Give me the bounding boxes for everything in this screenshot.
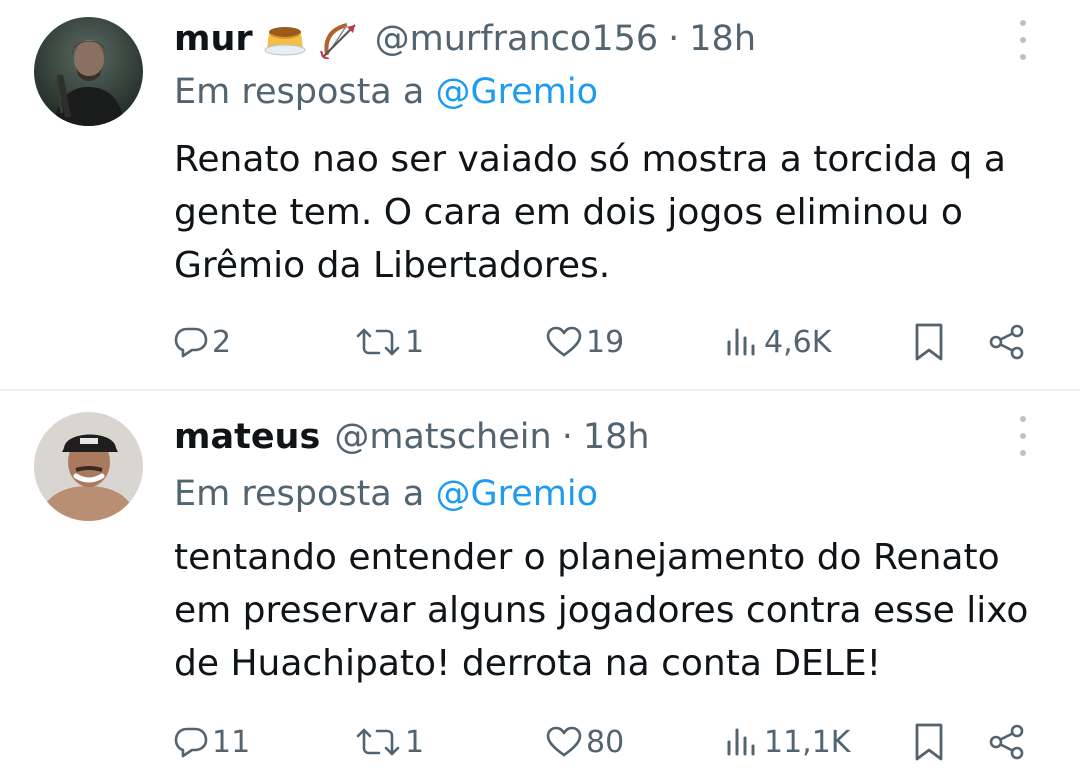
views-icon [726, 326, 760, 358]
reply-button[interactable]: 11 [174, 720, 250, 764]
tweet-text: Renato nao ser vaiado só mostra a torcid… [174, 139, 1006, 286]
avatar[interactable] [34, 412, 143, 521]
share-icon [988, 724, 1026, 760]
retweet-icon [355, 326, 401, 358]
bow-and-arrow-emoji [317, 19, 361, 60]
bookmark-icon [914, 323, 944, 361]
like-icon [546, 726, 582, 758]
view-count: 4,6K [764, 324, 832, 360]
retweet-button[interactable]: 1 [355, 320, 424, 364]
reply-context: Em resposta a @Gremio [174, 474, 598, 514]
views-icon [726, 726, 760, 758]
retweet-count: 1 [405, 724, 425, 760]
share-button[interactable] [988, 320, 1026, 364]
like-count: 19 [586, 324, 625, 360]
views-button[interactable]: 11,1K [726, 720, 850, 764]
reply-prefix: Em resposta a [174, 72, 425, 112]
views-button[interactable]: 4,6K [726, 320, 831, 364]
like-button[interactable]: 19 [546, 320, 624, 364]
like-count: 80 [586, 724, 625, 760]
flan-pudding-emoji [263, 19, 307, 59]
reply-count: 11 [212, 724, 251, 760]
display-name[interactable]: mateus [174, 417, 320, 457]
more-icon[interactable] [1017, 20, 1029, 60]
bookmark-icon [914, 723, 944, 761]
retweet-count: 1 [405, 324, 425, 360]
reply-mention-link[interactable]: @Gremio [435, 72, 598, 112]
reply-icon [174, 726, 208, 758]
bookmark-button[interactable] [914, 720, 944, 764]
separator-dot: · [668, 19, 680, 59]
action-bar: 2 1 19 4,6K [0, 320, 1080, 364]
display-name[interactable]: mur [174, 19, 253, 59]
reply-icon [174, 326, 208, 358]
tweet-header: mur @murfranco156 · 18h [174, 14, 756, 64]
separator-dot: · [561, 417, 573, 457]
timestamp[interactable]: 18h [689, 19, 756, 59]
reply-prefix: Em resposta a [174, 474, 425, 514]
more-icon[interactable] [1017, 416, 1029, 456]
bookmark-button[interactable] [914, 320, 944, 364]
reply-context: Em resposta a @Gremio [174, 72, 598, 112]
retweet-button[interactable]: 1 [355, 720, 424, 764]
reply-count: 2 [212, 324, 232, 360]
tweet[interactable]: mur @murfranco156 · 18h Em resposta a @G [0, 0, 1080, 390]
tweet[interactable]: mateus @matschein · 18h Em resposta a @G… [0, 391, 1080, 779]
action-bar: 11 1 80 11,1K [0, 720, 1080, 764]
timestamp[interactable]: 18h [583, 417, 650, 457]
share-icon [988, 324, 1026, 360]
like-button[interactable]: 80 [546, 720, 624, 764]
tweet-text: tentando entender o planejamento do Rena… [174, 537, 1029, 684]
reply-button[interactable]: 2 [174, 320, 231, 364]
retweet-icon [355, 726, 401, 758]
avatar[interactable] [34, 17, 143, 126]
tweet-header: mateus @matschein · 18h [174, 412, 650, 462]
share-button[interactable] [988, 720, 1026, 764]
view-count: 11,1K [764, 724, 851, 760]
user-handle[interactable]: @murfranco156 [375, 19, 658, 59]
user-handle[interactable]: @matschein [334, 417, 551, 457]
like-icon [546, 326, 582, 358]
reply-mention-link[interactable]: @Gremio [435, 474, 598, 514]
